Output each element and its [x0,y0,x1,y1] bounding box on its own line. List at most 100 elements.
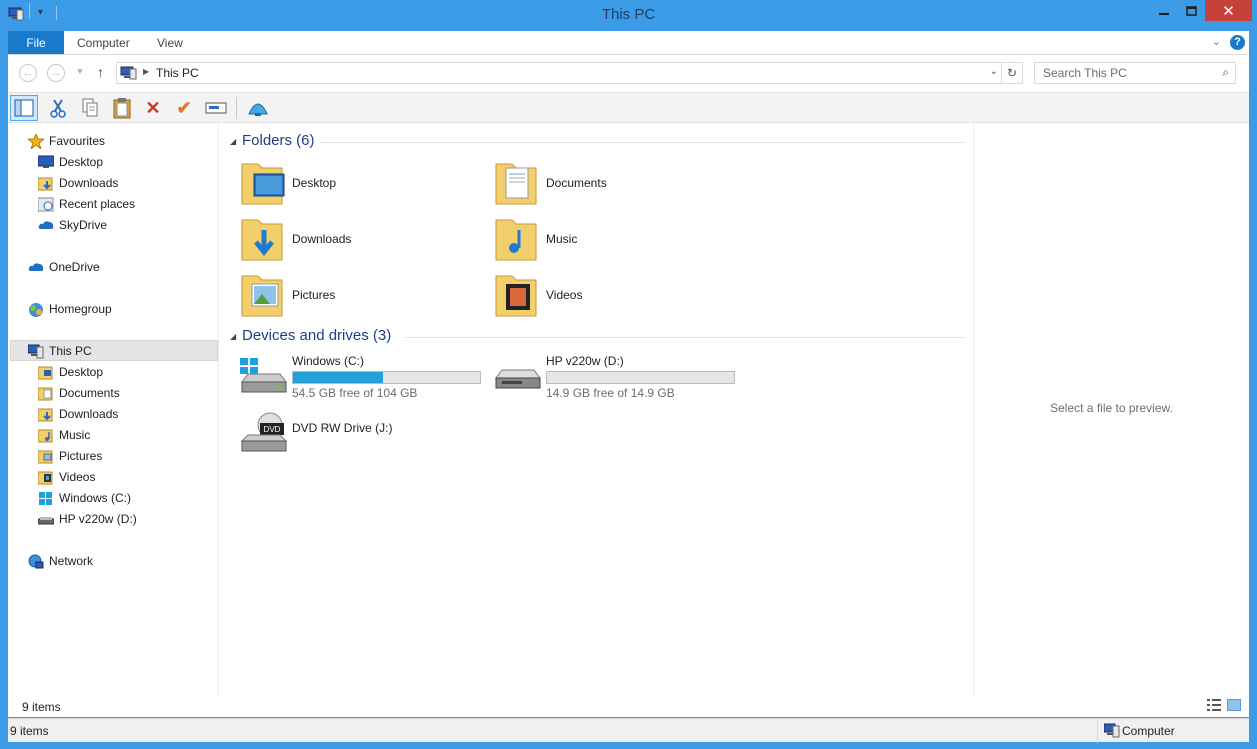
folder-name: Videos [546,288,583,302]
nav-pc-downloads-label: Downloads [59,407,119,421]
nav-fav-downloads-label: Downloads [59,176,119,190]
search-input[interactable]: Search This PC [1043,66,1127,80]
devices-header-label: Devices and drives (3) [242,327,392,344]
folder-tile-desktop[interactable]: Desktop [240,158,490,210]
skydrive-cloud-icon [38,218,54,233]
drive-tile-hp-d[interactable]: HP v220w (D:) 14.9 GB free of 14.9 GB [494,354,744,406]
desktop-icon [37,155,55,170]
videos-folder-icon [494,270,540,318]
maximize-button[interactable] [1177,0,1206,22]
item-count: 9 items [22,700,61,714]
nav-pc-documents-label: Documents [59,386,120,400]
navigation-bar: ← → ▼ ↑ ▶ This PC ⌄ ↻ Search This PC ⌕ [8,55,1249,92]
paste-icon[interactable] [108,95,136,121]
main-pane: ◢ Folders (6) Desktop Documents Download… [220,123,972,695]
content-area: Favourites Desktop Downloads Recent plac… [8,123,1249,695]
forward-button[interactable]: → [47,64,65,82]
folder-tile-downloads[interactable]: Downloads [240,214,490,266]
address-dropdown-icon[interactable]: ⌄ [990,66,998,77]
drive-name: Windows (C:) [292,354,365,368]
desktop-folder-icon [240,158,286,206]
folders-header-label: Folders (6) [242,132,315,149]
folder-tile-videos[interactable]: Videos [494,270,744,322]
this-pc-icon [120,65,138,84]
removable-drive-icon [494,366,542,399]
drive-tile-dvd-j[interactable]: DVD DVD RW Drive (J:) [240,411,490,463]
search-icon[interactable]: ⌕ [1222,65,1229,80]
nav-fav-desktop-label: Desktop [59,155,104,169]
collapse-triangle-icon[interactable]: ◢ [230,137,236,146]
nav-pc-desktop-label: Desktop [59,365,104,379]
nav-pc-videos-label: Videos [59,470,96,484]
bottom-item-count: 9 items [10,724,49,738]
back-button[interactable]: ← [19,64,37,82]
downloads-folder-icon [37,407,54,422]
folder-name: Documents [546,176,607,190]
details-view-icon[interactable] [1207,699,1221,714]
dvd-drive-icon: DVD [240,411,288,460]
nav-fav-recent-places-label: Recent places [59,197,136,211]
downloads-folder-icon [37,176,54,191]
help-icon[interactable]: ? [1230,35,1245,50]
breadcrumb-chevron-icon[interactable]: ▶ [143,67,149,76]
refresh-icon[interactable]: ↻ [1001,63,1022,83]
title-bar: ▾ This PC ✕ [0,0,1257,31]
nav-pc-windows-c-label: Windows (C:) [59,491,132,505]
search-box[interactable]: Search This PC ⌕ [1034,62,1236,84]
collapse-triangle-icon[interactable]: ◢ [230,332,236,341]
nav-network-label: Network [49,554,94,568]
nav-onedrive-label: OneDrive [49,260,100,274]
nav-this-pc-label: This PC [49,344,92,358]
up-button[interactable]: ↑ [97,64,104,80]
quick-toolbar: ✕ ✔ [8,92,1249,123]
navigation-pane-icon[interactable] [10,95,38,121]
breadcrumb[interactable]: This PC [156,66,199,80]
pictures-folder-icon [240,270,286,318]
divider [405,337,965,338]
folder-tile-pictures[interactable]: Pictures [240,270,490,322]
nav-pc-pictures-label: Pictures [59,449,103,463]
tab-view[interactable]: View [157,31,183,54]
windows-drive-icon [38,491,54,506]
close-button[interactable]: ✕ [1205,0,1252,21]
bottom-status-bar: 9 items Computer [8,718,1249,743]
expand-ribbon-icon[interactable]: ⌄ [1212,35,1221,48]
folder-name: Downloads [292,232,352,246]
folder-name: Pictures [292,288,336,302]
downloads-folder-icon [240,214,286,262]
cut-icon[interactable] [44,95,72,121]
folder-tile-music[interactable]: Music [494,214,744,266]
folder-tile-documents[interactable]: Documents [494,158,744,210]
network-icon [28,554,44,569]
preview-pane: Select a file to preview. [973,123,1249,695]
properties-shell-icon[interactable] [244,95,272,121]
nav-pc-music-label: Music [59,428,91,442]
drive-free-space: 54.5 GB free of 104 GB [292,386,418,400]
desktop-folder-icon [37,365,54,380]
folder-name: Desktop [292,176,337,190]
this-pc-icon [27,344,44,359]
zone-indicator: Computer [1097,719,1249,743]
tab-file[interactable]: File [8,31,64,54]
recent-locations-icon[interactable]: ▼ [76,67,84,76]
tab-computer[interactable]: Computer [77,31,130,54]
copy-icon[interactable] [76,95,104,121]
rename-icon[interactable] [202,95,230,121]
star-icon [26,132,46,151]
status-bar: 9 items [8,695,1249,717]
pictures-folder-icon [37,449,54,464]
removable-drive-icon [37,512,55,527]
address-bar[interactable]: ▶ This PC ⌄ ↻ [116,62,1023,84]
divider [320,142,965,143]
documents-folder-icon [37,386,54,401]
drive-tile-windows-c[interactable]: Windows (C:) 54.5 GB free of 104 GB [240,354,490,406]
delete-icon[interactable]: ✕ [139,95,167,121]
drive-name: HP v220w (D:) [546,354,624,368]
homegroup-icon [28,302,44,317]
checkmark-icon[interactable]: ✔ [170,95,198,121]
window-title: This PC [601,6,656,23]
computer-icon [1103,723,1120,741]
large-icons-view-icon[interactable] [1226,698,1242,714]
nav-this-pc[interactable]: This PC [10,340,218,361]
minimize-button[interactable] [1149,0,1178,22]
